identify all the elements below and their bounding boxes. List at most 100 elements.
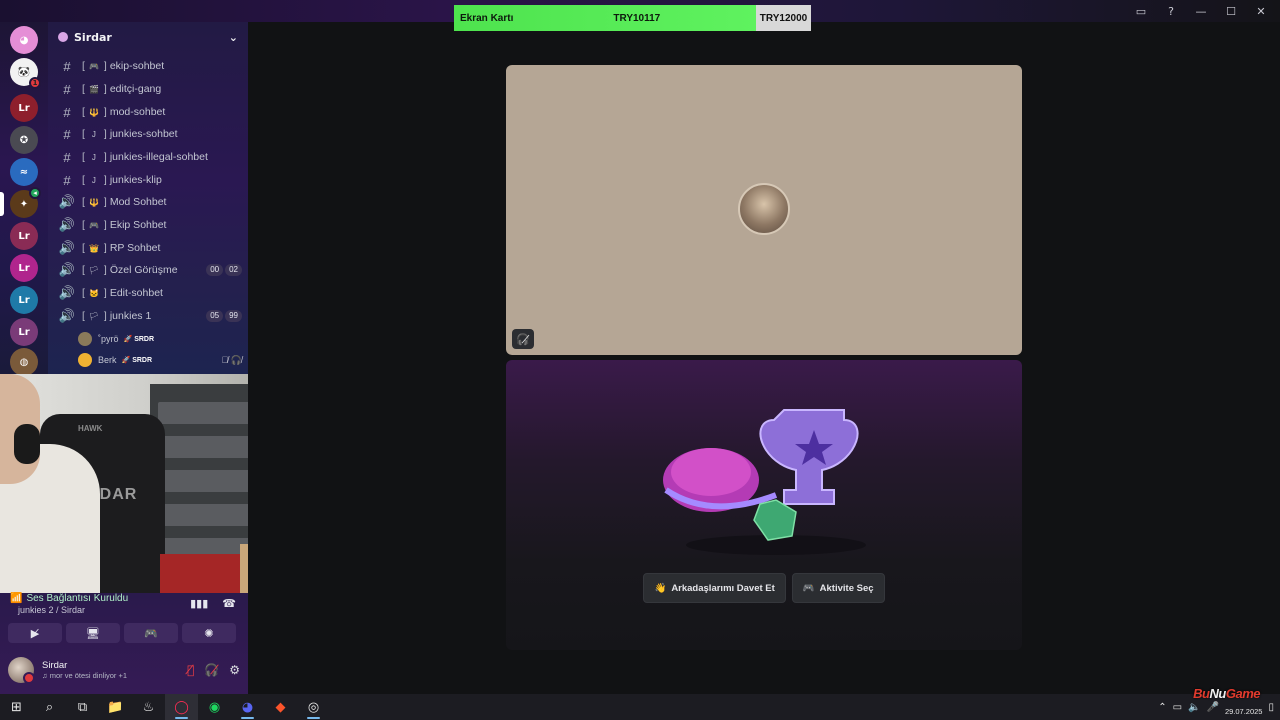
channel-item[interactable]: # [J] junkies-klip bbox=[56, 170, 242, 190]
channel-name: Mod Sohbet bbox=[109, 196, 167, 208]
invite-friends-button[interactable]: 👋 Arkadaşlarımı Davet Et bbox=[643, 573, 786, 603]
channel-tag: 🐱 bbox=[88, 288, 99, 298]
channel-tag: 👑 bbox=[88, 243, 99, 253]
file-explorer-icon[interactable]: 📁 bbox=[99, 694, 132, 720]
channel-tag: 🔱 bbox=[88, 197, 99, 207]
mic-icon[interactable]: 🎤 bbox=[1206, 702, 1218, 713]
server-icon-1[interactable]: Lr bbox=[10, 94, 38, 122]
channel-tag: 🎮 bbox=[88, 220, 99, 230]
voice-location[interactable]: junkies 2 / Sirdar bbox=[18, 605, 85, 615]
deafen-icon[interactable]: 🎧̸ bbox=[204, 663, 219, 677]
chevron-up-icon[interactable]: ⌃ bbox=[1158, 702, 1166, 713]
server-icon-5[interactable]: Lr bbox=[10, 318, 38, 346]
server-icon-star[interactable]: ✪ bbox=[10, 126, 38, 154]
channel-name: Özel Görüşme bbox=[109, 264, 178, 276]
noise-suppression-icon[interactable]: ▮▮▮ bbox=[190, 597, 208, 610]
server-icon-4[interactable]: Lr bbox=[10, 286, 38, 314]
server-icon-2[interactable]: Lr bbox=[10, 222, 38, 250]
participant-tile[interactable]: 🎧̸ bbox=[506, 65, 1022, 355]
server-rail: ◕ 🐼 1 Lr ✪ ≈ ✦ ◂ Lr Lr Lr Lr ◍ bbox=[0, 22, 48, 376]
channel-tag: J bbox=[91, 152, 96, 162]
channel-item[interactable]: # [🎬] editçi-gang bbox=[56, 79, 242, 99]
window-controls: ▭ ? — ☐ ✕ bbox=[1128, 3, 1280, 19]
channel-tag: J bbox=[91, 175, 96, 185]
username: Sirdar bbox=[42, 660, 68, 671]
gear-icon[interactable]: ⚙ bbox=[229, 663, 240, 677]
spotify-icon[interactable]: ◉ bbox=[198, 694, 231, 720]
activity-button[interactable]: 🎮 bbox=[124, 623, 178, 643]
soundboard-button[interactable]: ✺ bbox=[182, 623, 236, 643]
obs-icon[interactable]: ◎ bbox=[297, 694, 330, 720]
voice-member[interactable]: Berk 🚀 SRDR 🎙̸ 🎧̸ bbox=[78, 351, 242, 369]
minimize-button[interactable]: — bbox=[1188, 3, 1214, 19]
task-view-icon[interactable]: ⧉ bbox=[66, 694, 99, 720]
speaker-icon: 🔊 bbox=[58, 285, 76, 300]
avatar bbox=[78, 353, 92, 367]
voice-channel-item[interactable]: 🔊 [🎮] Ekip Sohbet bbox=[56, 215, 242, 235]
gamepad-icon: 🎮 bbox=[802, 582, 815, 594]
date: 29.07.2025 bbox=[1224, 707, 1263, 716]
server-icon-6[interactable]: ◍ bbox=[10, 348, 38, 376]
network-icon[interactable]: ▭ bbox=[1173, 702, 1182, 713]
server-icon-3[interactable]: Lr bbox=[10, 254, 38, 282]
text-channel-icon: # bbox=[63, 172, 71, 188]
voice-channel-item[interactable]: 🔊 [👑] RP Sohbet bbox=[56, 238, 242, 258]
search-icon[interactable]: ⌕ bbox=[33, 694, 66, 720]
start-button[interactable]: ⊞ bbox=[0, 694, 33, 720]
avatar[interactable] bbox=[8, 657, 35, 684]
maximize-button[interactable]: ☐ bbox=[1218, 3, 1244, 19]
close-button[interactable]: ✕ bbox=[1248, 3, 1274, 19]
camera-off-button[interactable]: ▶̸ bbox=[8, 623, 62, 643]
server-icon-sirdar[interactable]: ✦ ◂ bbox=[10, 187, 41, 218]
voice-channel-item[interactable]: 🔊 [🔱] Mod Sohbet bbox=[56, 192, 242, 212]
text-channel-icon: # bbox=[63, 58, 71, 74]
selected-server-pill bbox=[0, 192, 4, 216]
channel-tag: 🏳 bbox=[88, 311, 99, 321]
channel-name: junkies-sohbet bbox=[109, 128, 178, 140]
headphones-icon bbox=[14, 424, 40, 464]
channel-item[interactable]: # [J] junkies-sohbet bbox=[56, 124, 242, 144]
notification-icon[interactable]: ▯ bbox=[1268, 702, 1274, 713]
discord-home-icon[interactable]: ◕ bbox=[10, 26, 38, 54]
voice-channel-item[interactable]: 🔊 [🏳] junkies 1 05 99 bbox=[56, 306, 242, 326]
server-icon-panda[interactable]: 🐼 1 bbox=[10, 58, 41, 89]
channel-tag: 🏳 bbox=[88, 265, 99, 275]
volume-icon[interactable]: 🔈 bbox=[1188, 702, 1200, 713]
mic-muted-icon[interactable]: 🎙̸ bbox=[187, 663, 194, 677]
opera-gx-icon[interactable]: ◯ bbox=[165, 694, 198, 720]
speaker-icon: 🔊 bbox=[58, 217, 76, 232]
channel-name: Ekip Sohbet bbox=[109, 219, 167, 231]
channel-name: junkies 1 bbox=[109, 310, 152, 322]
goal-progress: Ekran Kartı TRY10117 bbox=[454, 5, 756, 31]
invite-tile: 👋 Arkadaşlarımı Davet Et 🎮 Aktivite Seç bbox=[506, 360, 1022, 650]
mic-muted-icon: 🎙̸ 🎧̸ bbox=[221, 354, 242, 365]
speaker-icon: 🔊 bbox=[58, 194, 76, 209]
voice-channel-item[interactable]: 🔊 [🐱] Edit-sohbet bbox=[56, 283, 242, 303]
steam-icon[interactable]: ♨ bbox=[132, 694, 165, 720]
channel-tag: 🔱 bbox=[88, 107, 99, 117]
channel-name: RP Sohbet bbox=[109, 242, 161, 254]
speaker-icon: 🔊 bbox=[58, 308, 76, 323]
voice-member[interactable]: ˚pyrö 🚀 SRDR bbox=[78, 330, 242, 348]
channel-name: editçi-gang bbox=[109, 83, 162, 95]
channel-item[interactable]: # [🔱] mod-sohbet bbox=[56, 102, 242, 122]
discord-icon[interactable]: ◕ bbox=[231, 694, 264, 720]
speaker-icon: 🔊 bbox=[58, 240, 76, 255]
choose-activity-button[interactable]: 🎮 Aktivite Seç bbox=[791, 573, 885, 603]
help-icon[interactable]: ? bbox=[1158, 3, 1184, 19]
inbox-icon[interactable]: ▭ bbox=[1128, 3, 1154, 19]
server-icon-blue[interactable]: ≈ bbox=[10, 158, 38, 186]
channel-name: mod-sohbet bbox=[109, 106, 166, 118]
disconnect-icon[interactable]: ☎ bbox=[222, 597, 236, 610]
screen-share-button[interactable]: 🖥 bbox=[66, 623, 120, 643]
member-role-tag: 🚀 SRDR bbox=[123, 336, 155, 343]
voice-status[interactable]: 📶 Ses Bağlantısı Kuruldu bbox=[10, 593, 128, 604]
channel-item[interactable]: # [🎮] ekip-sohbet bbox=[56, 56, 242, 76]
voice-channel-item[interactable]: 🔊 [🏳] Özel Görüşme 00 02 bbox=[56, 260, 242, 280]
member-role-tag: 🚀 SRDR bbox=[121, 357, 153, 364]
channel-sidebar: Sirdar ⌄ # [🎮] ekip-sohbet # [🎬] editçi-… bbox=[48, 22, 248, 374]
brave-icon[interactable]: ◆ bbox=[264, 694, 297, 720]
server-header[interactable]: Sirdar ⌄ bbox=[48, 22, 248, 52]
server-name: Sirdar bbox=[74, 30, 112, 44]
channel-item[interactable]: # [J] junkies-illegal-sohbet bbox=[56, 147, 242, 167]
